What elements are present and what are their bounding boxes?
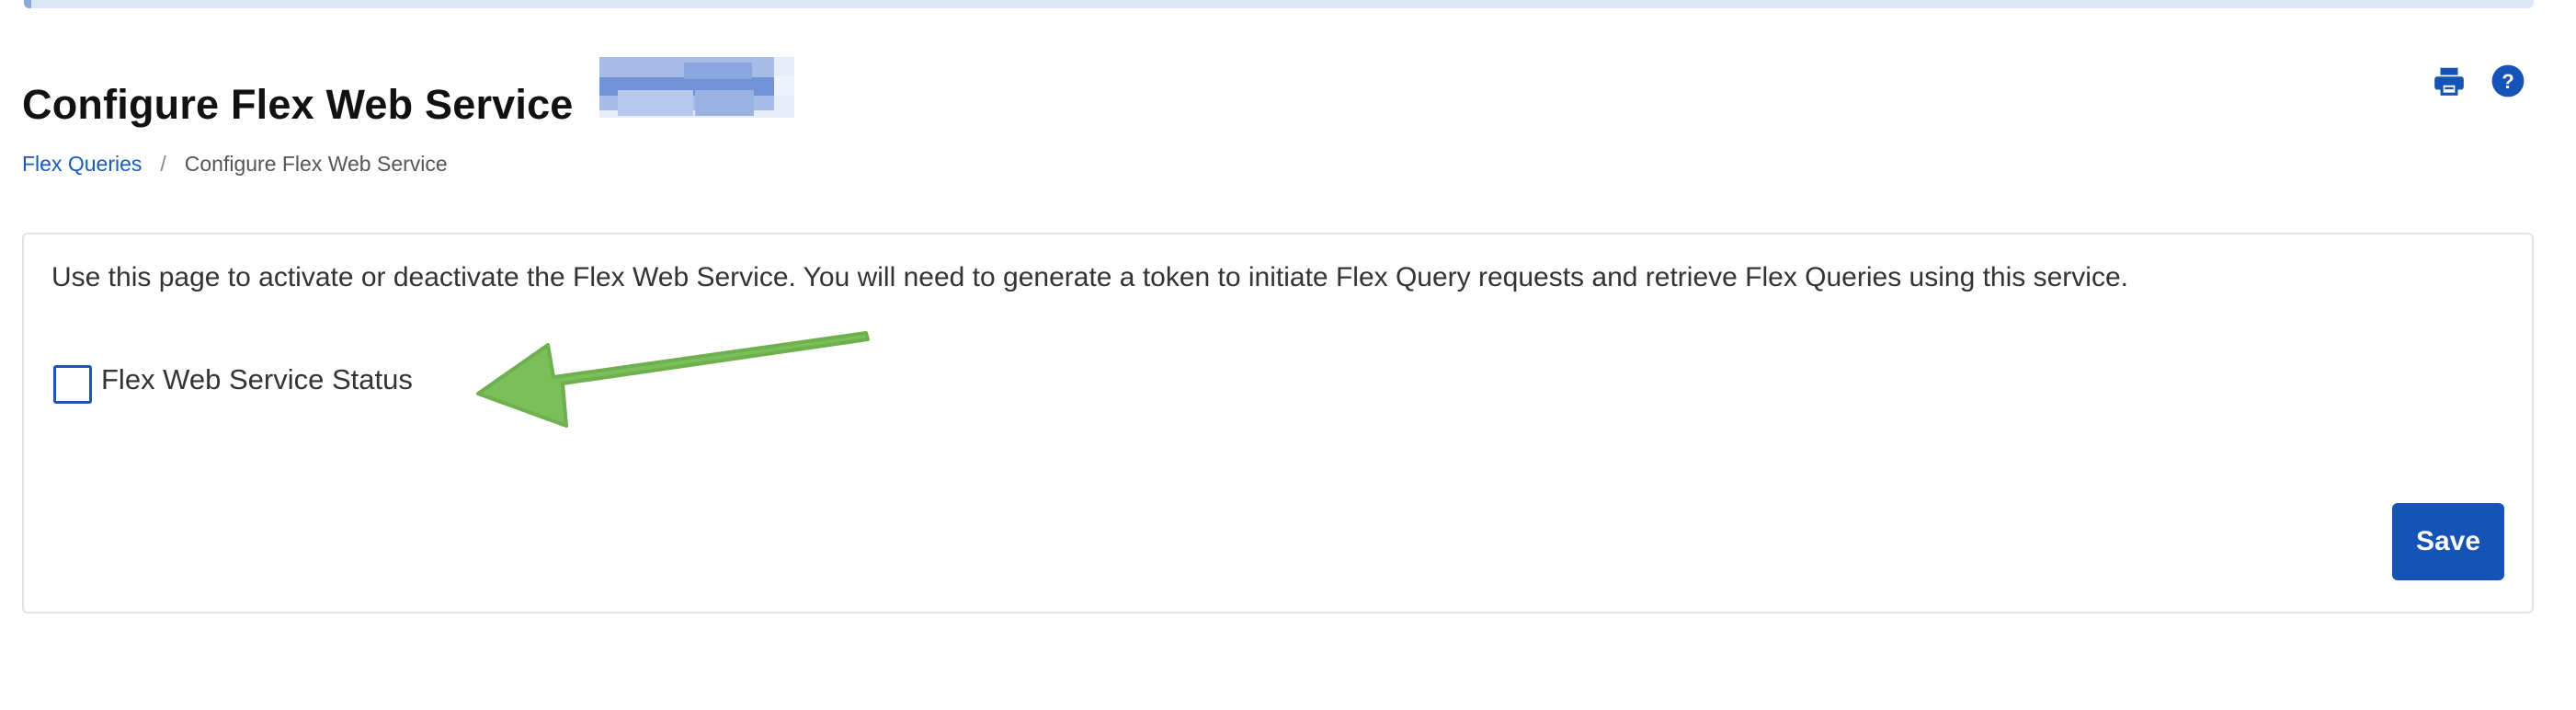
redacted-account-id xyxy=(599,57,794,118)
breadcrumb-separator: / xyxy=(160,152,166,176)
page-title: Configure Flex Web Service xyxy=(22,81,574,129)
save-button[interactable]: Save xyxy=(2392,503,2504,580)
print-button[interactable] xyxy=(2431,63,2468,99)
breadcrumb-current: Configure Flex Web Service xyxy=(184,152,448,176)
breadcrumb: Flex Queries / Configure Flex Web Servic… xyxy=(22,152,448,177)
settings-card: Use this page to activate or deactivate … xyxy=(22,233,2534,613)
flex-web-service-status-label[interactable]: Flex Web Service Status xyxy=(101,363,413,396)
card-description: Use this page to activate or deactivate … xyxy=(51,262,2128,292)
annotation-arrow-icon xyxy=(476,331,870,428)
printer-icon xyxy=(2434,67,2464,96)
help-button[interactable]: ? xyxy=(2490,63,2526,99)
flex-web-service-status-checkbox[interactable] xyxy=(53,365,92,404)
question-circle-icon: ? xyxy=(2491,64,2525,97)
top-progress-bar xyxy=(24,0,2534,8)
help-glyph: ? xyxy=(2502,70,2514,93)
page: Configure Flex Web Service ? Flex Querie… xyxy=(0,0,2576,710)
breadcrumb-flex-queries-link[interactable]: Flex Queries xyxy=(22,152,142,177)
